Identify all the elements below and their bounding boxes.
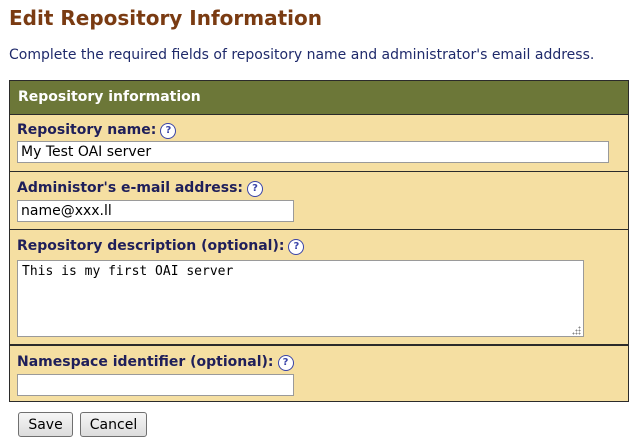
description-label: Repository description (optional): bbox=[17, 238, 285, 254]
repository-name-label: Repository name: bbox=[17, 122, 157, 138]
help-icon[interactable]: ? bbox=[160, 123, 177, 139]
help-icon[interactable]: ? bbox=[288, 239, 305, 255]
intro-text: Complete the required fields of reposito… bbox=[9, 47, 595, 63]
namespace-label-wrap: Namespace identifier (optional):? bbox=[17, 354, 294, 371]
admin-email-label: Administor's e-mail address: bbox=[17, 180, 244, 196]
help-icon[interactable]: ? bbox=[277, 355, 294, 371]
field-row-repository-name: Repository name:? bbox=[10, 115, 628, 172]
description-label-wrap: Repository description (optional):? bbox=[17, 238, 305, 255]
namespace-label: Namespace identifier (optional): bbox=[17, 354, 274, 370]
repository-form: Repository information Repository name:?… bbox=[9, 80, 629, 402]
field-row-description: Repository description (optional):? This… bbox=[10, 230, 628, 345]
field-row-namespace: Namespace identifier (optional):? bbox=[10, 345, 628, 403]
field-row-admin-email: Administor's e-mail address:? bbox=[10, 172, 628, 230]
repository-name-input[interactable] bbox=[17, 141, 609, 163]
save-button[interactable]: Save bbox=[18, 412, 73, 437]
admin-email-input[interactable] bbox=[17, 200, 294, 222]
section-header: Repository information bbox=[10, 81, 628, 115]
help-icon[interactable]: ? bbox=[247, 181, 264, 197]
cancel-button[interactable]: Cancel bbox=[80, 412, 147, 437]
description-textarea[interactable]: This is my first OAI server bbox=[17, 260, 584, 337]
repository-name-label-wrap: Repository name:? bbox=[17, 122, 177, 139]
admin-email-label-wrap: Administor's e-mail address:? bbox=[17, 180, 264, 197]
description-textarea-wrap: This is my first OAI server bbox=[17, 260, 584, 337]
resize-grip-icon[interactable] bbox=[572, 326, 581, 335]
namespace-input[interactable] bbox=[17, 374, 294, 396]
page-title: Edit Repository Information bbox=[9, 6, 323, 30]
